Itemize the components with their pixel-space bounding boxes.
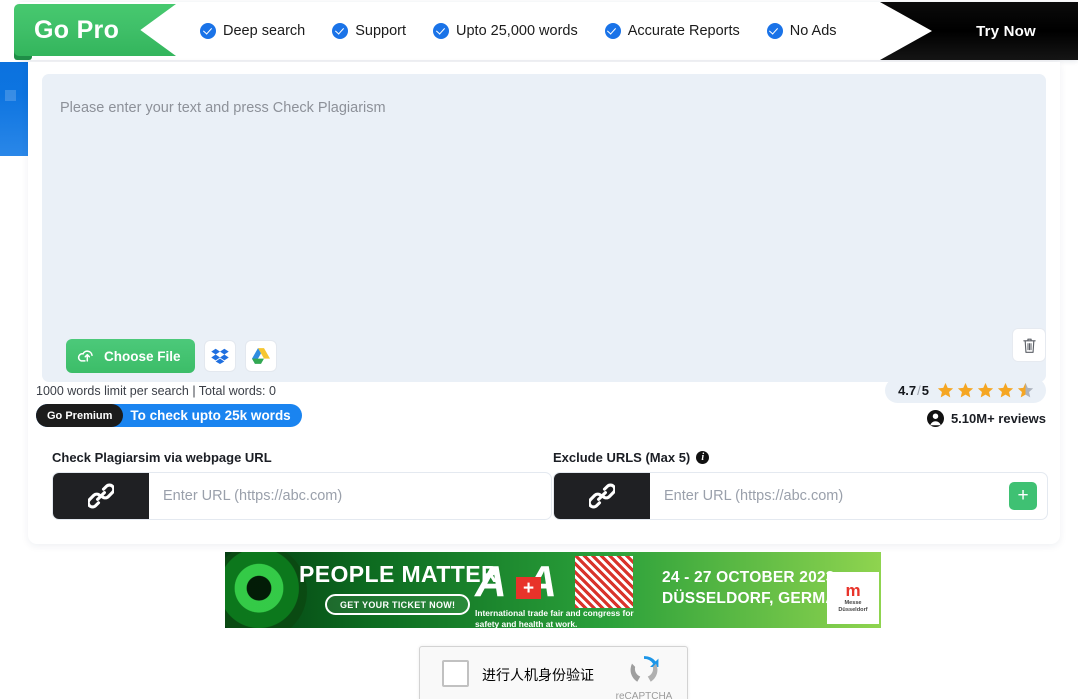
editor-placeholder: Please enter your text and press Check P… (60, 100, 386, 116)
text-editor-area[interactable]: Please enter your text and press Check P… (42, 74, 1046, 382)
promo-feature-list: Deep search Support Upto 25,000 words Ac… (186, 2, 878, 60)
ad-tagline: International trade fair and congress fo… (475, 608, 634, 628)
link-chain-icon-container (53, 473, 149, 519)
promo-feature-reports: Accurate Reports (604, 23, 740, 39)
promo-feature-no-ads: No Ads (766, 23, 837, 39)
trash-icon (1022, 338, 1036, 353)
star-half-icon (1017, 382, 1034, 398)
rail-square-decoration (5, 90, 16, 101)
ad-headline: PEOPLE MATTER (299, 561, 499, 587)
go-premium-badge: Go Premium (36, 404, 124, 427)
link-chain-icon (589, 483, 615, 509)
link-chain-icon (88, 483, 114, 509)
check-circle-icon (200, 23, 216, 39)
check-url-label: Check Plagiarsim via webpage URL (52, 450, 552, 465)
promo-feature-label: Accurate Reports (627, 23, 740, 39)
recaptcha-brand-label: reCAPTCHA (615, 691, 673, 699)
ad-brand-logo: A A (475, 557, 557, 606)
exclude-url-input[interactable] (650, 473, 999, 519)
dropbox-icon (210, 348, 229, 364)
promo-feature-label: Upto 25,000 words (456, 23, 578, 39)
person-icon (926, 410, 944, 427)
word-limit-text: 1000 words limit per search | Total word… (36, 384, 276, 398)
link-chain-icon-container (554, 473, 650, 519)
check-circle-icon (604, 23, 621, 39)
ad-hatch-graphic (575, 556, 633, 608)
ad-ticket-button[interactable]: GET YOUR TICKET NOW! (325, 594, 471, 615)
plagiarism-checker-card: Please enter your text and press Check P… (28, 62, 1060, 544)
go-pro-ribbon-label: Go Pro (34, 15, 120, 44)
go-pro-promo-bar: Deep search Support Upto 25,000 words Ac… (0, 0, 1078, 62)
reviews-count-row: 5.10M+ reviews (885, 410, 1046, 427)
add-exclude-url-button[interactable]: + (1009, 482, 1037, 510)
check-url-input[interactable] (149, 473, 551, 519)
choose-file-label: Choose File (104, 348, 181, 364)
go-premium-pill[interactable]: Go Premium To check upto 25k words (36, 404, 302, 427)
ad-sponsor-logo: m Messe Düsseldorf (827, 572, 879, 624)
rating-score: 4.7/5 (898, 383, 929, 398)
star-rating (937, 382, 1034, 399)
exclude-url-section: Exclude URLS (Max 5) i + (553, 450, 1048, 520)
check-url-box (52, 472, 552, 520)
check-url-label-text: Check Plagiarsim via webpage URL (52, 450, 272, 465)
clear-text-button[interactable] (1012, 328, 1046, 362)
ad-eye-graphic (225, 552, 307, 628)
promo-feature-support: Support (332, 23, 406, 39)
star-icon (957, 382, 974, 398)
promo-feature-words: Upto 25,000 words (433, 23, 578, 39)
dropbox-upload-button[interactable] (203, 340, 236, 372)
recaptcha-branding: reCAPTCHA 隐私权 - 使用条款 (614, 655, 674, 699)
editor-toolbar: Choose File (56, 330, 1060, 382)
choose-file-button[interactable]: Choose File (66, 339, 195, 373)
ad-logo-text: Messe Düsseldorf (838, 600, 868, 613)
try-now-button[interactable]: Try Now (880, 2, 1078, 60)
recaptcha-checkbox[interactable] (442, 660, 469, 687)
ad-brand-plus: + (516, 577, 541, 599)
ad-logo-mark: m (845, 581, 861, 601)
exclude-url-label-text: Exclude URLS (Max 5) (553, 450, 691, 465)
recaptcha-label: 进行人机身份验证 (482, 668, 594, 684)
check-url-section: Check Plagiarsim via webpage URL (52, 450, 552, 520)
page-root: Deep search Support Upto 25,000 words Ac… (0, 0, 1078, 699)
check-circle-icon (332, 23, 349, 39)
star-icon (977, 382, 994, 398)
go-premium-message: To check upto 25k words (130, 408, 291, 423)
rating-pill: 4.7/5 (885, 378, 1046, 403)
try-now-label: Try Now (976, 22, 1036, 40)
cloud-upload-icon (77, 349, 93, 362)
promo-feature-label: No Ads (789, 23, 837, 39)
word-count-row: 1000 words limit per search | Total word… (36, 384, 302, 427)
recaptcha-icon (630, 656, 659, 682)
recaptcha-widget[interactable]: 进行人机身份验证 reCAPTCHA 隐私权 - 使用条款 (419, 646, 688, 699)
promo-feature-label: Deep search (223, 23, 306, 39)
check-circle-icon (766, 23, 783, 39)
google-drive-upload-button[interactable] (244, 340, 277, 372)
reviews-count-label: 5.10M+ reviews (950, 411, 1046, 426)
star-icon (997, 382, 1014, 398)
promo-feature-label: Support (355, 23, 407, 39)
rating-block: 4.7/5 5.10M+ reviews (885, 378, 1046, 427)
exclude-url-label: Exclude URLS (Max 5) i (553, 450, 1048, 465)
info-icon[interactable]: i (696, 451, 710, 464)
google-drive-icon (251, 348, 270, 364)
star-icon (937, 382, 954, 398)
exclude-url-box: + (553, 472, 1048, 520)
promo-feature-deep-search: Deep search (200, 23, 305, 39)
advertisement-banner[interactable]: PEOPLE MATTER GET YOUR TICKET NOW! A A +… (225, 552, 881, 628)
check-circle-icon (433, 23, 450, 39)
